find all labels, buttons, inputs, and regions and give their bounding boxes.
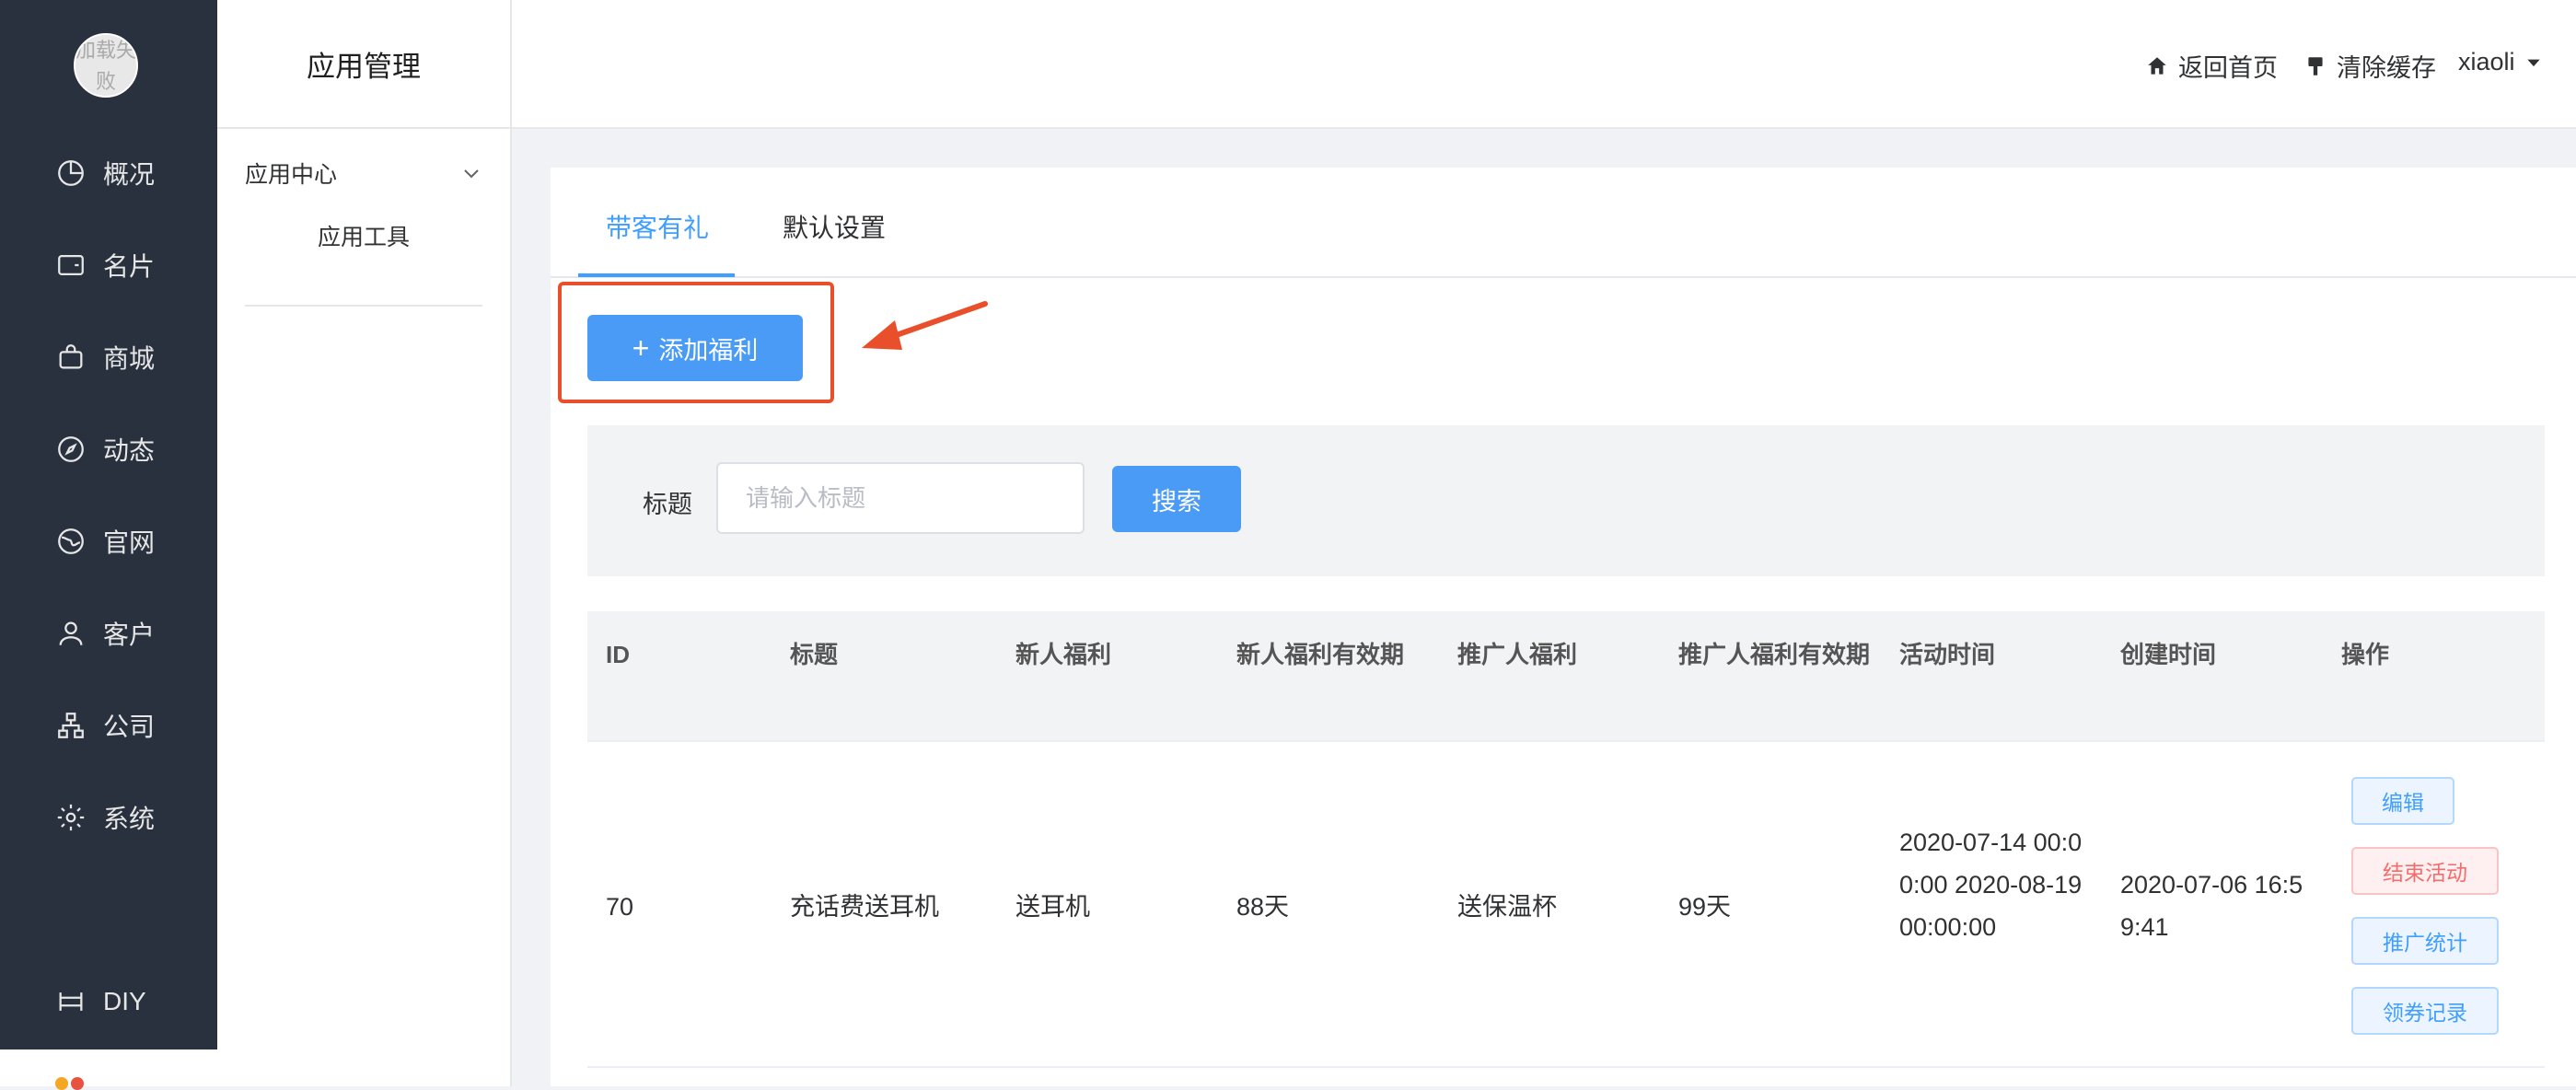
brand-logo-icon [55,1077,87,1090]
column-header-actions: 操作 [2341,641,2390,668]
nav-label: DIY [103,987,146,1015]
caret-down-icon [2526,59,2540,66]
column-header-new-valid: 新人福利有效期 [1236,641,1405,668]
column-header-promoter-gift: 推广人福利 [1457,641,1578,668]
user-icon [59,621,83,645]
main-nav: 加载失败 概况 名片 商城 动态 官网 客户 公司 系统 DIY [0,0,217,1049]
tab-referral-gift[interactable]: 带客有礼 [606,208,709,245]
nav-item-diy[interactable]: DIY [0,974,217,1029]
compass-icon [58,436,84,462]
column-header-promoter-valid: 推广人福利有效期 [1678,641,1871,668]
clear-cache-link[interactable]: 清除缓存 [2303,48,2436,84]
cell-new-gift: 送耳机 [1015,893,1090,921]
edit-button[interactable]: 编辑 [2351,777,2454,825]
avatar[interactable]: 加载失败 [74,33,138,98]
column-header-new-gift: 新人福利 [1015,641,1112,668]
nav-label: 动态 [103,436,156,465]
search-panel: 标题 搜索 [587,425,2545,576]
shopping-bag-icon [59,344,83,369]
column-header-id: ID [606,641,630,668]
active-tab-indicator [578,273,735,277]
column-header-title: 标题 [790,641,839,668]
nav-item-website[interactable]: 官网 [0,514,217,569]
end-activity-button[interactable]: 结束活动 [2351,847,2499,895]
tab-default-settings[interactable]: 默认设置 [783,208,886,245]
nav-label: 公司 [103,713,156,741]
globe-icon [58,528,84,554]
table-header: ID 标题 新人福利 新人福利有效期 推广人福利 推广人福利有效期 活动时间 创… [587,611,2545,740]
user-menu[interactable]: xiaoli [2458,48,2543,76]
nav-label: 名片 [103,252,156,281]
coupon-records-button[interactable]: 领券记录 [2351,987,2499,1035]
pie-chart-icon [58,160,84,186]
nav-item-feed[interactable]: 动态 [0,422,217,477]
divider [245,305,482,307]
wallet-icon [58,254,84,276]
search-title-label: 标题 [643,491,692,518]
annotation-arrow-icon [862,301,988,350]
content-card: 带客有礼 默认设置 + 添加福利 标题 搜索 ID 标题 新人福利 新人福利有效… [551,168,2576,1086]
top-header: 返回首页 清除缓存 xiaoli [512,0,2576,129]
brush-icon [2308,56,2323,75]
diy-icon [59,992,83,1011]
submenu-group-label: 应用中心 [245,162,338,188]
org-chart-icon [58,713,84,738]
nav-label: 商城 [103,344,156,373]
cell-activity-time: 2020-07-14 00:00:00 2020-08-19 00:00:00 [1899,829,2083,941]
search-button[interactable]: 搜索 [1112,466,1241,532]
nav-label: 系统 [103,805,156,833]
add-benefit-button[interactable]: + 添加福利 [587,315,803,381]
nav-item-overview[interactable]: 概况 [0,145,217,201]
cell-id: 70 [606,893,634,921]
column-header-activity-time: 活动时间 [1899,641,1996,668]
submenu-group-app-center[interactable]: 应用中心 [245,157,482,190]
plus-icon: + [632,331,650,365]
clear-cache-label: 清除缓存 [2337,54,2436,82]
username: xiaoli [2458,48,2515,75]
nav-label: 官网 [103,528,156,557]
gear-icon [57,804,85,831]
nav-item-card[interactable]: 名片 [0,238,217,293]
add-benefit-label: 添加福利 [658,336,759,365]
home-icon [2148,56,2166,75]
nav-item-customer[interactable]: 客户 [0,606,217,661]
chevron-down-icon [464,169,479,179]
tab-bar: 带客有礼 默认设置 [551,168,2576,278]
nav-bottom-logo-strip [0,1049,217,1090]
cell-new-valid: 88天 [1236,893,1290,921]
column-header-created: 创建时间 [2120,641,2217,668]
nav-label: 概况 [103,160,156,189]
search-title-input[interactable] [716,462,1085,534]
submenu-title: 应用管理 [217,0,510,129]
cell-created: 2020-07-06 16:59:41 [2120,871,2303,941]
nav-item-company[interactable]: 公司 [0,698,217,753]
table-row: 70 充话费送耳机 送耳机 88天 送保温杯 99天 2020-07-14 00… [587,740,2545,1068]
nav-label: 客户 [103,620,156,649]
promotion-stats-button[interactable]: 推广统计 [2351,917,2499,965]
back-home-link[interactable]: 返回首页 [2145,48,2278,84]
sub-menu: 应用管理 应用中心 应用工具 [217,0,512,1086]
submenu-item-app-tools[interactable]: 应用工具 [217,219,510,252]
nav-item-mall[interactable]: 商城 [0,330,217,385]
nav-item-system[interactable]: 系统 [0,790,217,845]
cell-title: 充话费送耳机 [790,893,939,921]
cell-promoter-valid: 99天 [1678,893,1732,921]
cell-promoter-gift: 送保温杯 [1457,893,1557,921]
back-home-label: 返回首页 [2178,54,2278,82]
